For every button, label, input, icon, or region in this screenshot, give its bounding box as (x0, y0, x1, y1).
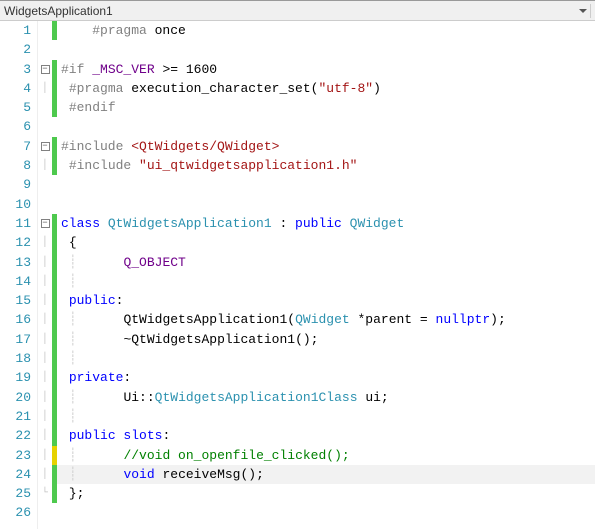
code-line[interactable]: ┊ //void on_openfile_clicked(); (57, 446, 595, 465)
fold-slot[interactable] (38, 175, 52, 194)
code-area[interactable]: #pragma once #if _MSC_VER >= 1600 #pragma… (57, 21, 595, 529)
code-line[interactable] (57, 117, 595, 136)
fold-slot[interactable]: │ (38, 272, 52, 291)
line-number: 2 (0, 40, 31, 59)
line-number: 16 (0, 310, 31, 329)
code-line[interactable] (57, 195, 595, 214)
code-line[interactable]: #endif (57, 98, 595, 117)
fold-slot[interactable]: − (38, 60, 52, 79)
fold-slot[interactable]: │ (38, 291, 52, 310)
line-number: 11 (0, 214, 31, 233)
code-line[interactable]: ┊ ~QtWidgetsApplication1(); (57, 330, 595, 349)
code-line[interactable] (57, 175, 595, 194)
document-tab[interactable]: WidgetsApplication1 (0, 4, 117, 18)
line-number: 10 (0, 195, 31, 214)
fold-slot[interactable]: │ (38, 233, 52, 252)
tab-bar: WidgetsApplication1 (0, 1, 595, 21)
code-line[interactable]: ┊ (57, 272, 595, 291)
code-line[interactable]: ┊ (57, 407, 595, 426)
divider (590, 4, 591, 18)
code-line[interactable]: class QtWidgetsApplication1 : public QWi… (57, 214, 595, 233)
fold-slot[interactable]: │ (38, 407, 52, 426)
dropdown-icon[interactable] (578, 6, 588, 16)
fold-slot[interactable]: │ (38, 330, 52, 349)
code-line[interactable]: private: (57, 368, 595, 387)
code-line[interactable]: #pragma execution_character_set("utf-8") (57, 79, 595, 98)
line-number: 3 (0, 60, 31, 79)
fold-minus-icon[interactable]: − (41, 142, 50, 151)
fold-minus-icon[interactable]: − (41, 219, 50, 228)
line-number: 20 (0, 388, 31, 407)
line-number: 19 (0, 368, 31, 387)
line-number: 6 (0, 117, 31, 136)
line-number: 24 (0, 465, 31, 484)
fold-slot[interactable]: │ (38, 79, 52, 98)
line-number: 12 (0, 233, 31, 252)
fold-slot[interactable] (38, 195, 52, 214)
fold-slot[interactable]: │ (38, 368, 52, 387)
fold-column[interactable]: −│−│−│││││││││││││└ (38, 21, 52, 529)
fold-slot[interactable] (38, 503, 52, 522)
code-line[interactable]: ┊ Q_OBJECT (57, 253, 595, 272)
fold-slot[interactable]: │ (38, 253, 52, 272)
fold-slot[interactable]: │ (38, 465, 52, 484)
fold-slot[interactable]: └ (38, 484, 52, 503)
code-line[interactable] (57, 40, 595, 59)
fold-slot[interactable]: − (38, 137, 52, 156)
code-line[interactable] (57, 503, 595, 522)
fold-slot[interactable] (38, 98, 52, 117)
code-line[interactable]: { (57, 233, 595, 252)
code-line[interactable]: ┊ QtWidgetsApplication1(QWidget *parent … (57, 310, 595, 329)
code-line[interactable]: ┊ void receiveMsg(); (57, 465, 595, 484)
code-line[interactable]: }; (57, 484, 595, 503)
fold-slot[interactable] (38, 21, 52, 40)
line-number-gutter: 1234567891011121314151617181920212223242… (0, 21, 38, 529)
code-line[interactable]: #include <QtWidgets/QWidget> (57, 137, 595, 156)
code-line[interactable]: public: (57, 291, 595, 310)
code-line[interactable]: #include "ui_qtwidgetsapplication1.h" (57, 156, 595, 175)
code-line[interactable]: ┊ (57, 349, 595, 368)
fold-slot[interactable] (38, 40, 52, 59)
code-line[interactable]: ┊ Ui::QtWidgetsApplication1Class ui; (57, 388, 595, 407)
line-number: 25 (0, 484, 31, 503)
code-line[interactable]: public slots: (57, 426, 595, 445)
fold-slot[interactable]: │ (38, 156, 52, 175)
fold-slot[interactable]: │ (38, 388, 52, 407)
line-number: 26 (0, 503, 31, 522)
line-number: 4 (0, 79, 31, 98)
fold-slot[interactable]: │ (38, 446, 52, 465)
line-number: 22 (0, 426, 31, 445)
fold-slot[interactable] (38, 117, 52, 136)
fold-slot[interactable]: │ (38, 310, 52, 329)
fold-slot[interactable]: − (38, 214, 52, 233)
code-line[interactable]: #pragma once (57, 21, 595, 40)
line-number: 5 (0, 98, 31, 117)
line-number: 23 (0, 446, 31, 465)
code-line[interactable]: #if _MSC_VER >= 1600 (57, 60, 595, 79)
line-number: 18 (0, 349, 31, 368)
fold-minus-icon[interactable]: − (41, 65, 50, 74)
code-editor[interactable]: 1234567891011121314151617181920212223242… (0, 21, 595, 529)
line-number: 9 (0, 175, 31, 194)
line-number: 7 (0, 137, 31, 156)
line-number: 17 (0, 330, 31, 349)
fold-slot[interactable]: │ (38, 426, 52, 445)
line-number: 1 (0, 21, 31, 40)
fold-slot[interactable]: │ (38, 349, 52, 368)
line-number: 14 (0, 272, 31, 291)
line-number: 15 (0, 291, 31, 310)
line-number: 13 (0, 253, 31, 272)
line-number: 21 (0, 407, 31, 426)
line-number: 8 (0, 156, 31, 175)
